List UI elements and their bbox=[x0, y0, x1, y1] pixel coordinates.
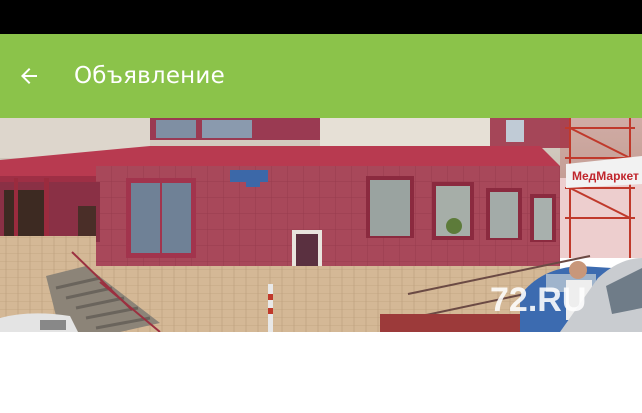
arrow-back-icon bbox=[17, 64, 41, 88]
page-title: Объявление bbox=[74, 63, 225, 89]
medmarket-sign-text: МедМаркет bbox=[572, 169, 639, 183]
back-button[interactable] bbox=[0, 34, 58, 118]
listing-photo[interactable]: МедМаркет 72.RU bbox=[0, 118, 642, 332]
status-bar bbox=[0, 0, 642, 34]
watermark-text: 72.RU bbox=[490, 281, 586, 319]
app-bar: Объявление bbox=[0, 34, 642, 118]
listing-content bbox=[0, 332, 642, 413]
